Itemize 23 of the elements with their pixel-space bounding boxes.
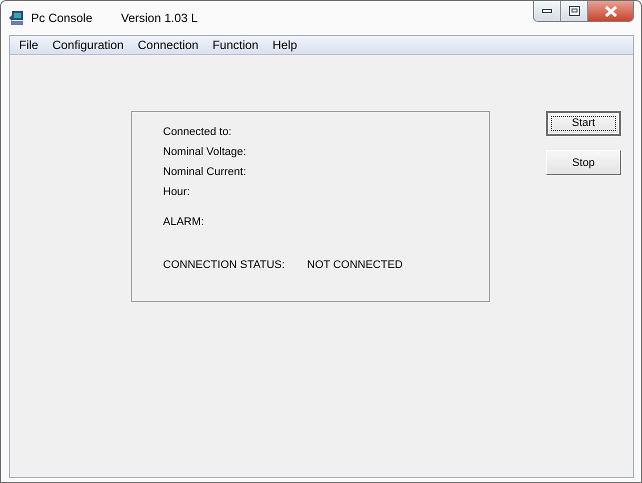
field-label: Connected to: [163, 125, 232, 140]
window-title: Pc Console [31, 11, 94, 25]
command-button[interactable]: Stop [546, 150, 621, 175]
menu-item[interactable]: Function [205, 38, 266, 52]
field-label: Hour: [163, 185, 191, 200]
status-value: NOT CONNECTED [307, 259, 403, 271]
minimize-button[interactable] [534, 1, 561, 21]
menu-item[interactable]: File [12, 38, 46, 52]
menu-item[interactable]: Connection [130, 38, 206, 52]
maximize-button[interactable] [561, 1, 588, 21]
alarm-label: ALARM: [163, 215, 205, 230]
menu-item[interactable]: Help [265, 38, 304, 52]
close-icon [604, 6, 618, 16]
status-label: CONNECTION STATUS: [163, 259, 286, 271]
minimize-icon [542, 9, 552, 13]
menu-item[interactable]: Configuration [45, 38, 131, 52]
maximize-icon [568, 6, 580, 16]
app-icon [9, 10, 25, 26]
field-label: Nominal Current: [163, 165, 248, 180]
version-label: Version 1.03 L [121, 11, 198, 25]
field-label: Nominal Voltage: [163, 145, 248, 160]
close-button[interactable] [588, 1, 633, 21]
command-button[interactable]: Start [546, 111, 621, 136]
